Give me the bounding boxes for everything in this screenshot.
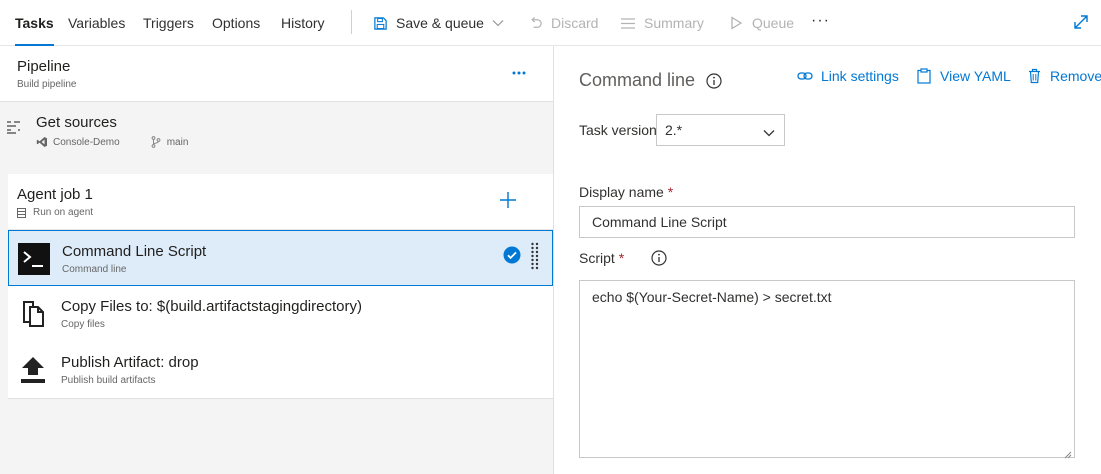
task-title: Command Line Script (62, 243, 207, 260)
view-yaml-button[interactable]: View YAML (916, 68, 1011, 84)
display-name-field[interactable]: Command Line Script (579, 206, 1075, 238)
agent-job-subtitle-text: Run on agent (33, 207, 94, 218)
task-title: Copy Files to: $(build.artifactstagingdi… (61, 298, 362, 315)
script-textarea[interactable]: echo $(Your-Secret-Name) > secret.txt (579, 280, 1075, 459)
pipeline-more-button[interactable] (508, 62, 530, 78)
script-text: echo $(Your-Secret-Name) > secret.txt (592, 289, 832, 305)
pipeline-title: Pipeline (17, 58, 71, 75)
get-sources-item[interactable]: Get sources Console-Demo main (0, 103, 553, 163)
agent-job-title: Agent job 1 (17, 186, 93, 203)
expand-icon[interactable] (1072, 13, 1090, 31)
tab-variables[interactable]: Variables (68, 14, 125, 46)
remove-label: Remove (1050, 68, 1101, 84)
task-subtitle: Copy files (61, 319, 105, 330)
discard-button[interactable]: Discard (527, 13, 598, 33)
task-publish-artifact[interactable]: Publish Artifact: drop Publish build art… (8, 342, 553, 398)
terminal-icon (18, 243, 50, 275)
visual-studio-icon (36, 136, 48, 148)
task-version-label: Task version (579, 122, 657, 138)
save-queue-button[interactable]: Save & queue (372, 13, 504, 33)
save-icon (372, 15, 388, 31)
queue-label: Queue (752, 15, 795, 31)
required-marker: * (667, 184, 674, 200)
task-list-bottom-border (8, 398, 553, 399)
check-circle-icon (503, 246, 521, 264)
task-subtitle: Command line (62, 264, 127, 275)
more-icon (512, 71, 526, 75)
display-name-label-text: Display name (579, 184, 664, 200)
task-version-select[interactable]: 2.* (656, 114, 785, 146)
drag-handle-icon[interactable] (530, 242, 540, 272)
task-copy-files[interactable]: Copy Files to: $(build.artifactstagingdi… (8, 286, 553, 342)
agent-job-subtitle: Run on agent (17, 207, 93, 218)
summary-label: Summary (644, 15, 704, 31)
link-icon (797, 68, 813, 84)
list-icon (620, 15, 636, 31)
repo-name: Console-Demo (53, 136, 120, 148)
pipeline-header[interactable]: Pipeline Build pipeline (0, 46, 553, 102)
task-command-line-script[interactable]: Command Line Script Command line (8, 230, 553, 286)
copy-files-icon (17, 298, 49, 330)
info-icon[interactable] (651, 250, 667, 266)
top-toolbar: Tasks Variables Triggers Options History… (0, 0, 1101, 46)
get-sources-title: Get sources (36, 114, 117, 131)
script-label: Script * (579, 250, 624, 266)
more-icon: ··· (811, 12, 830, 29)
resize-grip-icon[interactable] (1063, 446, 1072, 459)
task-details-panel: Command line Link settings View YAML Rem… (555, 46, 1101, 474)
clipboard-icon (916, 68, 932, 84)
toolbar-more-button[interactable]: ··· (811, 11, 830, 31)
info-icon[interactable] (706, 73, 722, 89)
pipeline-subtitle: Build pipeline (17, 79, 77, 90)
details-title: Command line (579, 70, 696, 90)
queue-button[interactable]: Queue (728, 13, 794, 33)
save-queue-label: Save & queue (396, 15, 484, 31)
chevron-down-icon (492, 18, 504, 28)
add-task-button[interactable] (498, 190, 518, 210)
discard-label: Discard (551, 15, 599, 31)
chevron-down-icon (763, 125, 775, 137)
tab-tasks[interactable]: Tasks (15, 14, 54, 46)
link-settings-button[interactable]: Link settings (797, 68, 899, 84)
get-sources-meta: Console-Demo main (36, 136, 188, 148)
server-icon (17, 207, 27, 218)
view-yaml-label: View YAML (940, 68, 1011, 84)
required-marker: * (618, 250, 625, 266)
trash-icon (1026, 68, 1042, 84)
tab-options[interactable]: Options (212, 14, 260, 46)
play-icon (728, 15, 744, 31)
display-name-label: Display name * (579, 184, 673, 200)
tab-triggers[interactable]: Triggers (143, 14, 194, 46)
agent-job-item[interactable]: Agent job 1 Run on agent (8, 174, 553, 230)
upload-icon (17, 354, 49, 386)
task-version-value: 2.* (665, 122, 683, 138)
sources-icon (6, 120, 22, 136)
toolbar-divider (351, 10, 352, 34)
link-settings-label: Link settings (821, 68, 899, 84)
branch-name: main (166, 136, 189, 148)
pipeline-panel: Pipeline Build pipeline Get sources Cons… (0, 46, 554, 474)
branch-icon (150, 136, 162, 148)
task-subtitle: Publish build artifacts (61, 375, 156, 386)
summary-button[interactable]: Summary (620, 13, 704, 33)
tab-history[interactable]: History (281, 14, 325, 46)
plus-icon (500, 192, 516, 208)
undo-icon (527, 15, 543, 31)
script-label-text: Script (579, 250, 615, 266)
remove-button[interactable]: Remove (1026, 68, 1101, 84)
task-title: Publish Artifact: drop (61, 354, 199, 371)
